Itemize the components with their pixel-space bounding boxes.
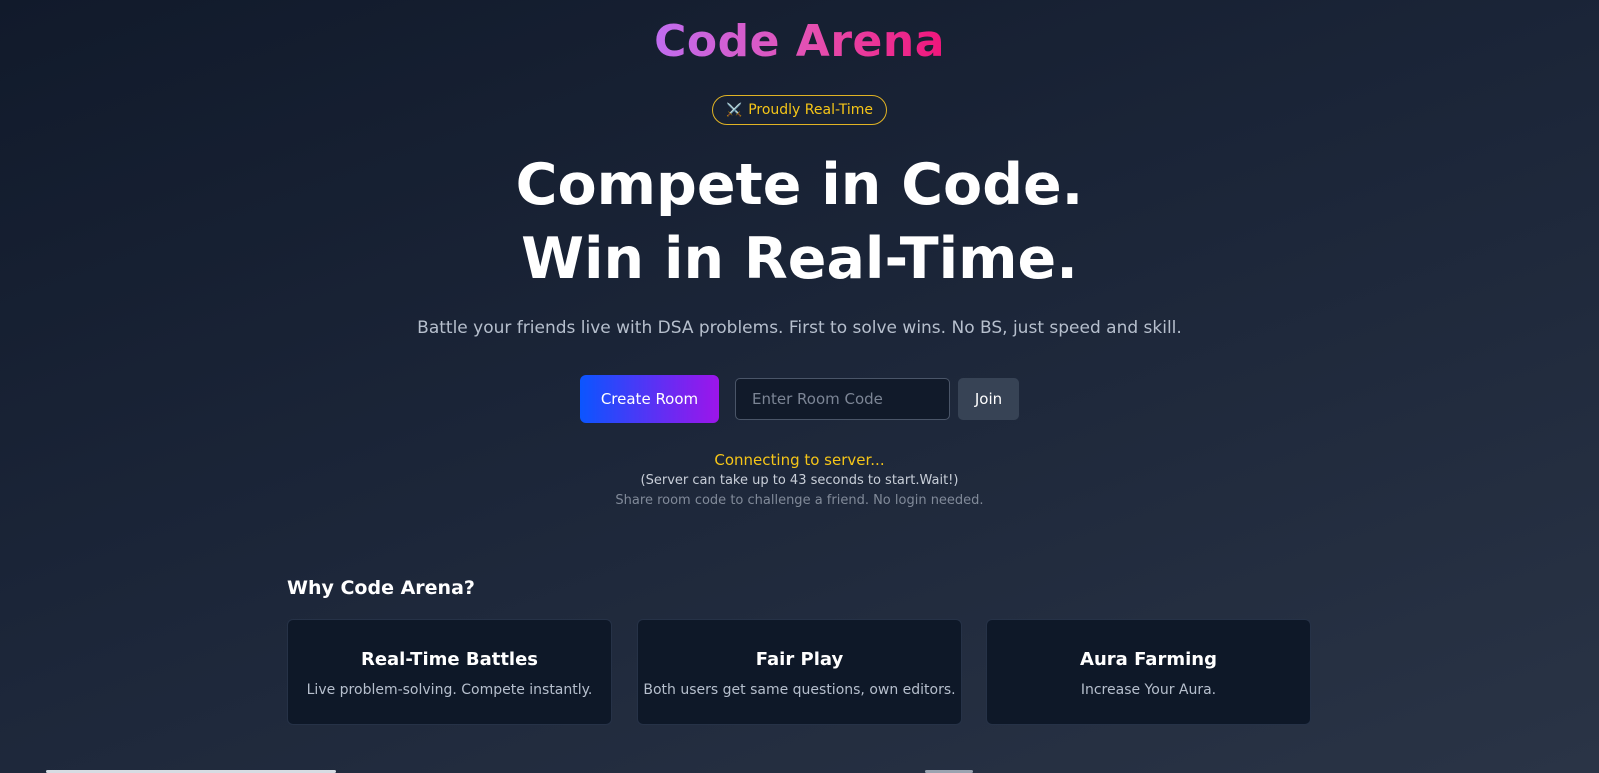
features-title: Why Code Arena? xyxy=(287,577,475,599)
badge-container: ⚔️ Proudly Real-Time xyxy=(0,95,1599,125)
hero-subtitle: Battle your friends live with DSA proble… xyxy=(417,318,1182,338)
badge-label: Proudly Real-Time xyxy=(748,102,873,118)
feature-card-fair-play: Fair Play Both users get same questions,… xyxy=(637,619,962,725)
server-wait-note: (Server can take up to 43 seconds to sta… xyxy=(640,473,959,488)
feature-card-description: Live problem-solving. Compete instantly. xyxy=(306,682,593,698)
feature-card-description: Both users get same questions, own edito… xyxy=(643,682,956,698)
feature-card-aura-farming: Aura Farming Increase Your Aura. xyxy=(986,619,1311,725)
brand-logo[interactable]: Code Arena xyxy=(0,14,1599,70)
brand-logo-text: Code Arena xyxy=(654,16,945,67)
hero-headline: Compete in Code. Win in Real-Time. xyxy=(0,148,1599,296)
share-hint: Share room code to challenge a friend. N… xyxy=(615,493,984,508)
room-code-input[interactable] xyxy=(735,378,950,420)
real-time-badge: ⚔️ Proudly Real-Time xyxy=(712,95,887,125)
create-room-button[interactable]: Create Room xyxy=(580,375,719,423)
headline-line-1: Compete in Code. xyxy=(515,152,1084,218)
join-button[interactable]: Join xyxy=(958,378,1019,420)
feature-card-title: Aura Farming xyxy=(1080,649,1217,670)
headline-line-2: Win in Real-Time. xyxy=(521,226,1078,292)
feature-card-description: Increase Your Aura. xyxy=(1080,682,1217,698)
connection-status: Connecting to server... (Server can take… xyxy=(0,450,1599,511)
connecting-message: Connecting to server... xyxy=(714,451,885,469)
crossed-swords-icon: ⚔️ xyxy=(726,103,743,118)
feature-card-real-time-battles: Real-Time Battles Live problem-solving. … xyxy=(287,619,612,725)
landing-page: Code Arena ⚔️ Proudly Real-Time Compete i… xyxy=(0,0,1599,773)
feature-card-title: Fair Play xyxy=(755,649,844,670)
feature-card-title: Real-Time Battles xyxy=(360,649,539,670)
